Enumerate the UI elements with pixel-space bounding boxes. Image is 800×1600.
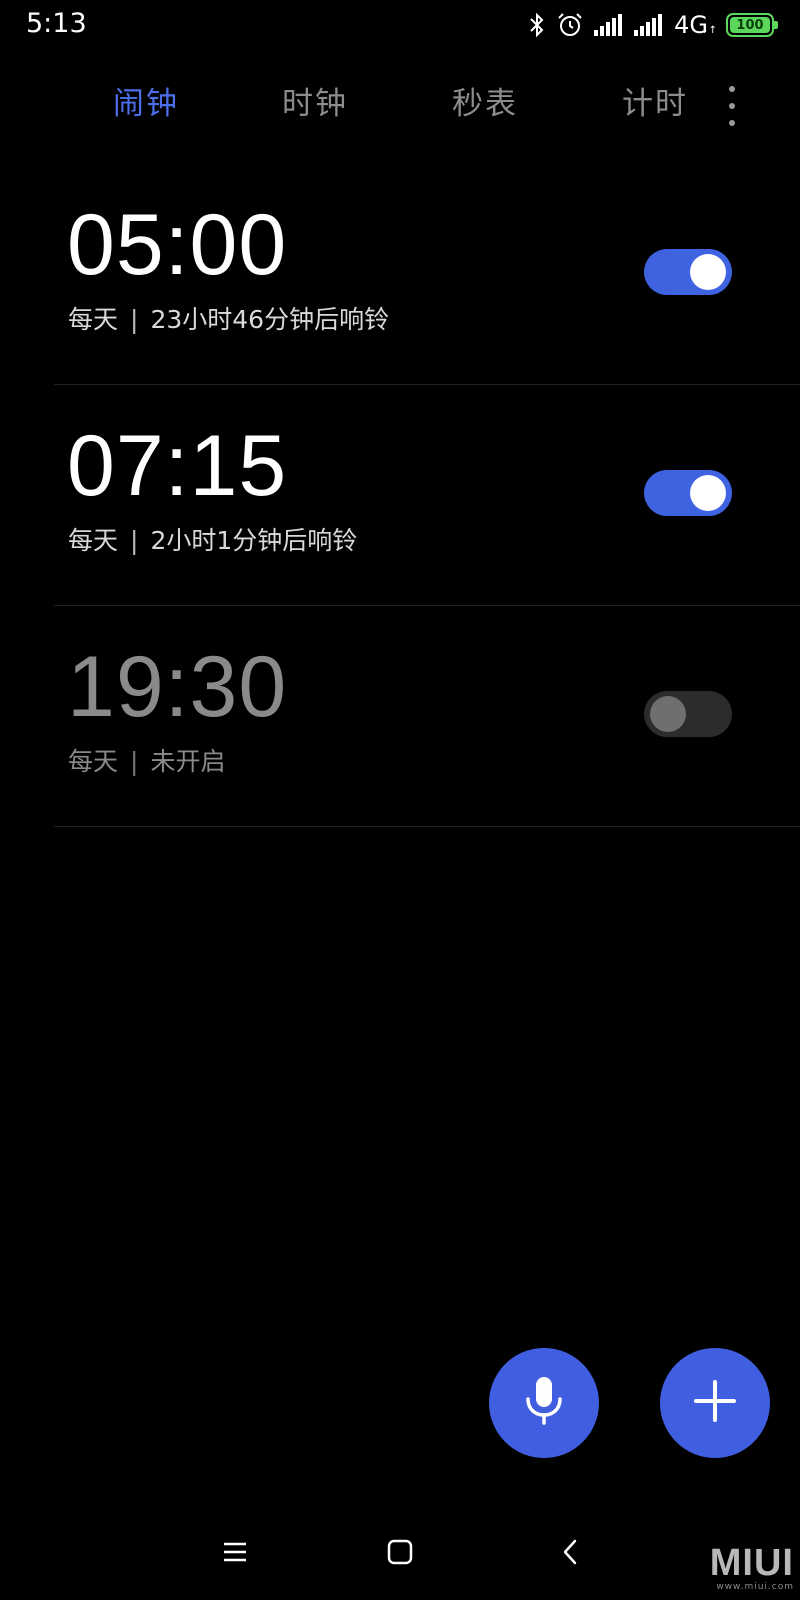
alarm-repeat: 每天 <box>68 526 119 555</box>
alarm-status: 2小时1分钟后响铃 <box>150 526 358 555</box>
home-icon[interactable] <box>378 1530 422 1574</box>
toggle-knob <box>690 254 726 290</box>
alarm-separator: | <box>130 526 139 555</box>
alarm-toggle[interactable] <box>644 691 732 737</box>
alarm-separator: | <box>130 747 139 776</box>
voice-alarm-button[interactable] <box>489 1348 599 1458</box>
alarm-time: 19:30 <box>67 639 288 735</box>
alarm-subtitle: 每天 | 2小时1分钟后响铃 <box>68 521 357 557</box>
alarm-item[interactable]: 05:00 每天 | 23小时46分钟后响铃 <box>54 164 800 385</box>
alarm-repeat: 每天 <box>68 747 119 776</box>
tab-bar: 闹钟 时钟 秒表 计时 <box>0 78 800 134</box>
add-alarm-button[interactable] <box>660 1348 770 1458</box>
battery-tip <box>774 21 778 29</box>
network-type-label: 4G ↓↑ <box>674 11 717 39</box>
back-icon[interactable] <box>548 1530 592 1574</box>
battery-level: 100 <box>730 17 770 33</box>
miui-watermark: MIUI www.miui.com <box>710 1544 794 1592</box>
clock-app-screen: 5:13 4G ↓↑ 100 闹钟 时钟 秒表 计时 05:00 每天 | 23… <box>0 0 800 1600</box>
tab-stopwatch[interactable]: 秒表 <box>452 78 518 123</box>
status-bar: 5:13 4G ↓↑ 100 <box>0 0 800 52</box>
watermark-url: www.miui.com <box>716 1582 794 1592</box>
toggle-knob <box>650 696 686 732</box>
alarm-time: 07:15 <box>67 418 288 514</box>
alarm-clock-icon <box>556 11 584 39</box>
alarm-separator: | <box>130 305 139 334</box>
alarm-subtitle: 每天 | 未开启 <box>68 742 225 778</box>
more-dot <box>729 103 735 109</box>
more-dot <box>729 120 735 126</box>
battery-icon: 100 <box>726 13 778 37</box>
signal-icon <box>594 14 624 36</box>
tab-timer[interactable]: 计时 <box>622 78 688 123</box>
tab-clock[interactable]: 时钟 <box>282 78 348 123</box>
alarm-list: 05:00 每天 | 23小时46分钟后响铃 07:15 每天 | 2小时1分钟后响铃 … <box>54 164 800 827</box>
alarm-toggle[interactable] <box>644 470 732 516</box>
more-options-icon[interactable] <box>722 86 742 126</box>
microphone-icon <box>522 1375 566 1431</box>
toggle-knob <box>690 475 726 511</box>
alarm-subtitle: 每天 | 23小时46分钟后响铃 <box>68 300 389 336</box>
alarm-status: 未开启 <box>150 747 226 776</box>
alarm-time: 05:00 <box>67 197 288 293</box>
alarm-item[interactable]: 07:15 每天 | 2小时1分钟后响铃 <box>54 385 800 606</box>
alarm-status: 23小时46分钟后响铃 <box>150 305 390 334</box>
tab-alarm[interactable]: 闹钟 <box>113 78 179 123</box>
plus-icon <box>693 1379 737 1427</box>
status-icons: 4G ↓↑ 100 <box>528 10 778 40</box>
system-nav-bar <box>0 1510 800 1600</box>
network-activity-icon: ↓↑ <box>700 25 717 36</box>
alarm-repeat: 每天 <box>68 305 119 334</box>
menu-icon[interactable] <box>213 1530 257 1574</box>
status-time: 5:13 <box>26 8 87 39</box>
signal-icon <box>634 14 664 36</box>
more-dot <box>729 86 735 92</box>
watermark-logo: MIUI <box>709 1542 794 1584</box>
bluetooth-icon <box>528 12 546 38</box>
alarm-item[interactable]: 19:30 每天 | 未开启 <box>54 606 800 827</box>
alarm-toggle[interactable] <box>644 249 732 295</box>
